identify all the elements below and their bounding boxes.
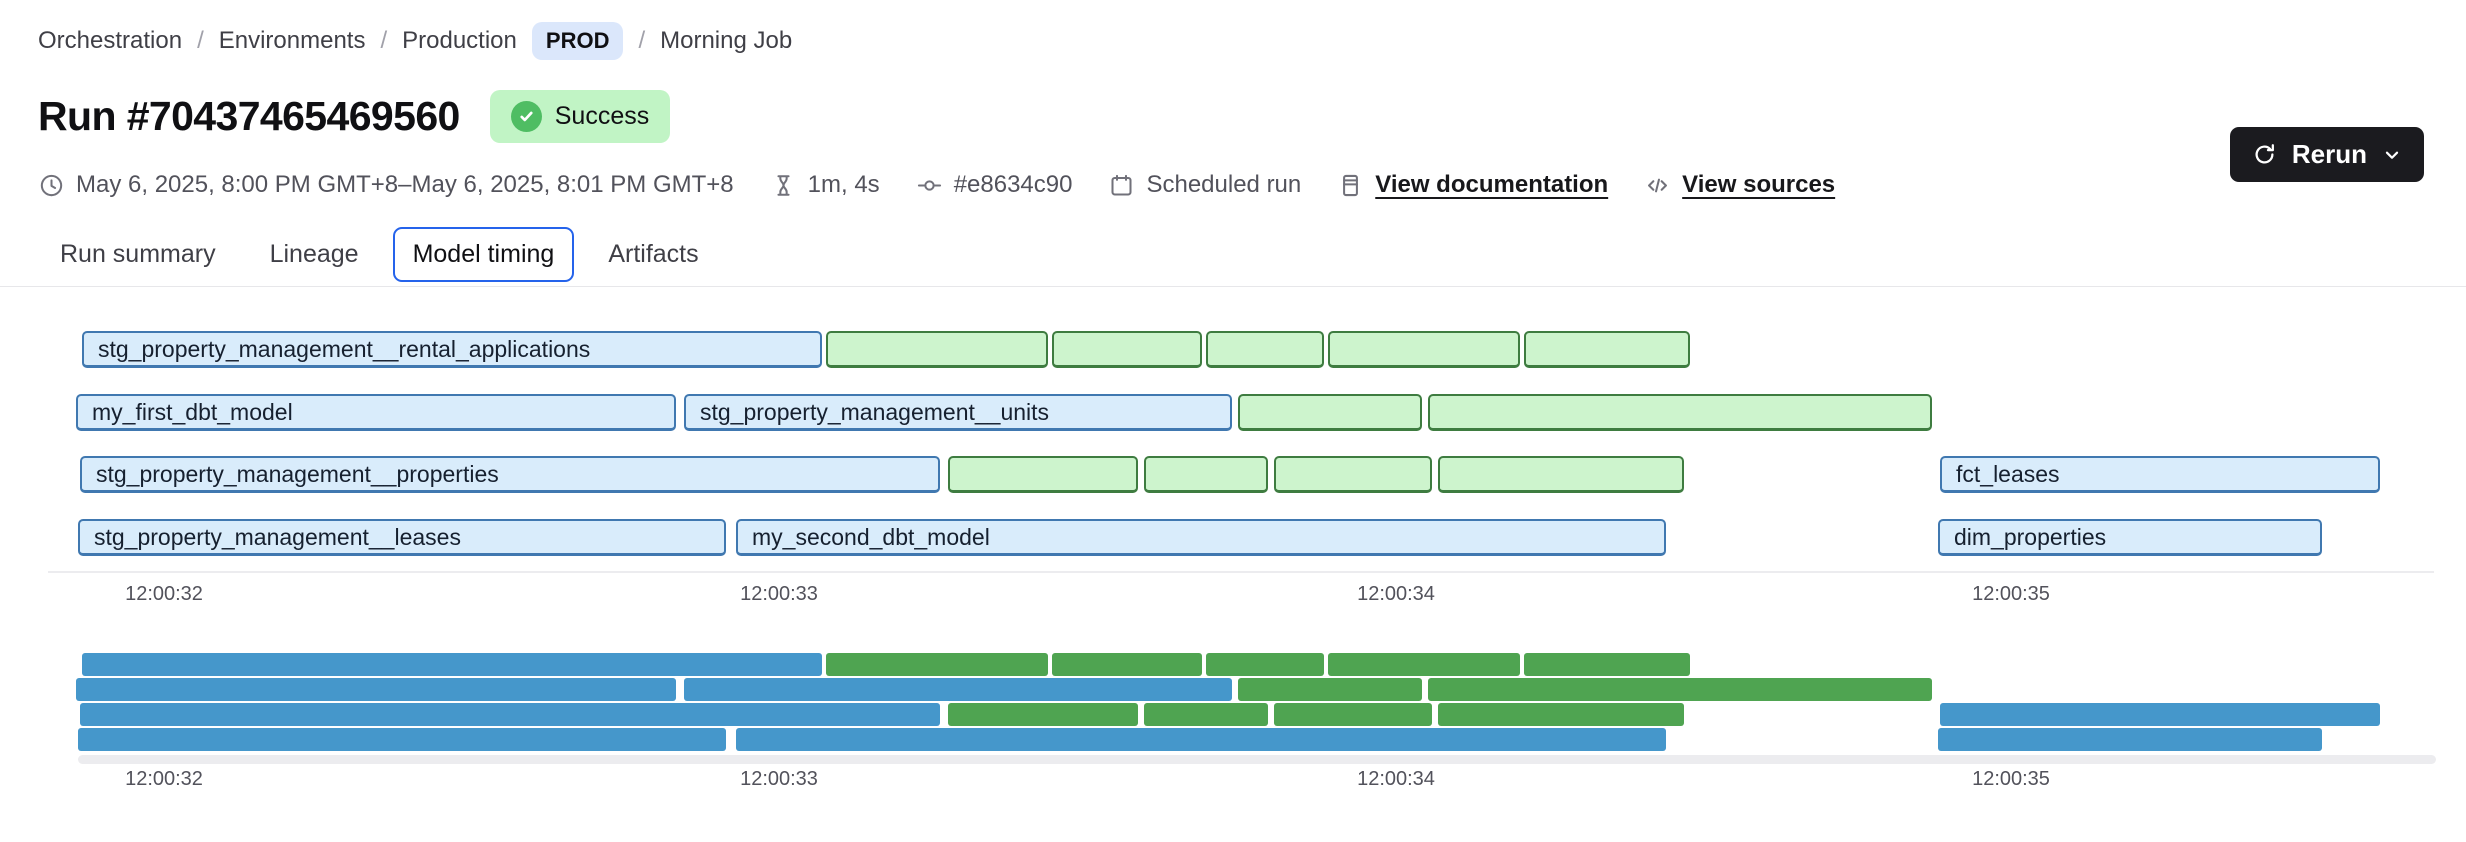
axis-tick-label: 12:00:32 — [125, 583, 203, 606]
minimap-bar — [826, 653, 1048, 676]
gantt-bar[interactable] — [1428, 394, 1932, 431]
gantt-bar[interactable] — [1328, 331, 1520, 368]
tab-artifacts[interactable]: Artifacts — [588, 227, 718, 282]
meta-link-label[interactable]: View documentation — [1375, 171, 1608, 199]
breadcrumb: Orchestration / Environments / Production PRO… — [38, 22, 792, 60]
minimap-bar — [1238, 678, 1422, 701]
meta-item-clock: May 6, 2025, 8:00 PM GMT+8–May 6, 2025, … — [38, 171, 734, 199]
minimap-bar — [736, 728, 1666, 751]
refresh-icon — [2251, 141, 2278, 168]
meta-item-code[interactable]: View sources — [1644, 171, 1835, 199]
meta-text: #e8634c90 — [954, 171, 1073, 199]
title-row: Run #70437465469560 Success — [38, 90, 670, 143]
gantt-bar-label: dim_properties — [1940, 524, 2106, 551]
breadcrumb-item-orchestration[interactable]: Orchestration — [38, 27, 182, 55]
axis-tick-label: 12:00:33 — [740, 583, 818, 606]
gantt-bar-my_second_dbt_model[interactable]: my_second_dbt_model — [736, 519, 1666, 556]
meta-item-calendar: Scheduled run — [1108, 171, 1301, 199]
tab-run-summary[interactable]: Run summary — [40, 227, 236, 282]
meta-text: Scheduled run — [1146, 171, 1301, 199]
gantt-bar[interactable] — [1206, 331, 1324, 368]
breadcrumb-item-morning-job: Morning Job — [660, 27, 792, 55]
minimap-bar — [1144, 703, 1268, 726]
minimap-bar — [1206, 653, 1324, 676]
minimap-bar — [1438, 703, 1684, 726]
minimap-bar — [948, 703, 1138, 726]
tab-model-timing[interactable]: Model timing — [393, 227, 575, 282]
breadcrumb-separator: / — [197, 27, 204, 55]
gantt-bar[interactable] — [1274, 456, 1432, 493]
document-icon — [1337, 172, 1364, 199]
chevron-down-icon[interactable] — [2381, 144, 2403, 166]
minimap-bar — [76, 678, 676, 701]
commit-icon — [916, 172, 943, 199]
gantt-bar-stg_property_management__rental_applications[interactable]: stg_property_management__rental_applicat… — [82, 331, 822, 368]
minimap-bar — [1274, 703, 1432, 726]
minimap-bar — [1938, 728, 2322, 751]
gantt-bar-stg_property_management__leases[interactable]: stg_property_management__leases — [78, 519, 726, 556]
axis-tick-label: 12:00:34 — [1357, 583, 1435, 606]
minimap-bar — [1940, 703, 2380, 726]
meta-item-commit: #e8634c90 — [916, 171, 1073, 199]
breadcrumb-item-environments[interactable]: Environments — [219, 27, 366, 55]
gantt-axis-divider — [48, 571, 2434, 573]
tabs-divider — [0, 286, 2466, 287]
gantt-bar-label: my_second_dbt_model — [738, 524, 990, 551]
gantt-bar-stg_property_management__units[interactable]: stg_property_management__units — [684, 394, 1232, 431]
breadcrumb-item-production[interactable]: Production — [402, 27, 517, 55]
gantt-bar-stg_property_management__properties[interactable]: stg_property_management__properties — [80, 456, 940, 493]
gantt-bar-label: stg_property_management__leases — [80, 524, 461, 551]
breadcrumb-separator: / — [638, 27, 645, 55]
status-badge: Success — [490, 90, 670, 143]
check-circle-icon — [511, 101, 542, 132]
environment-badge: PROD — [532, 22, 624, 60]
meta-text: May 6, 2025, 8:00 PM GMT+8–May 6, 2025, … — [76, 171, 734, 199]
gantt-bar[interactable] — [948, 456, 1138, 493]
minimap-bar — [1428, 678, 1932, 701]
minimap-bar — [1052, 653, 1202, 676]
minimap-bar — [78, 728, 726, 751]
minimap-bar — [80, 703, 940, 726]
page-title: Run #70437465469560 — [38, 93, 460, 140]
status-label: Success — [555, 102, 649, 131]
minimap-bar — [1524, 653, 1690, 676]
gantt-bar-label: stg_property_management__rental_applicat… — [84, 336, 590, 363]
gantt-bar[interactable] — [1144, 456, 1268, 493]
minimap-bar — [1328, 653, 1520, 676]
breadcrumb-separator: / — [380, 27, 387, 55]
meta-item-hourglass: 1m, 4s — [770, 171, 880, 199]
meta-link-label[interactable]: View sources — [1682, 171, 1835, 199]
gantt-bar[interactable] — [1438, 456, 1684, 493]
gantt-bar-fct_leases[interactable]: fct_leases — [1940, 456, 2380, 493]
axis-tick-label: 12:00:35 — [1972, 583, 2050, 606]
gantt-bar-label: stg_property_management__properties — [82, 461, 499, 488]
gantt-bar-label: stg_property_management__units — [686, 399, 1049, 426]
hourglass-icon — [770, 172, 797, 199]
axis-tick-label: 12:00:35 — [1972, 768, 2050, 791]
gantt-bar[interactable] — [1238, 394, 1422, 431]
meta-item-document[interactable]: View documentation — [1337, 171, 1608, 199]
rerun-button[interactable]: Rerun — [2230, 127, 2424, 182]
tab-lineage[interactable]: Lineage — [250, 227, 379, 282]
gantt-bar[interactable] — [826, 331, 1048, 368]
minimap-scrollbar-track[interactable] — [78, 755, 2436, 764]
gantt-bar-label: my_first_dbt_model — [78, 399, 293, 426]
gantt-bar-label: fct_leases — [1942, 461, 2060, 488]
clock-icon — [38, 172, 65, 199]
minimap-bar — [82, 653, 822, 676]
code-icon — [1644, 172, 1671, 199]
axis-tick-label: 12:00:33 — [740, 768, 818, 791]
meta-text: 1m, 4s — [808, 171, 880, 199]
run-meta-row: May 6, 2025, 8:00 PM GMT+8–May 6, 2025, … — [38, 166, 1835, 204]
axis-tick-label: 12:00:34 — [1357, 768, 1435, 791]
rerun-label: Rerun — [2292, 139, 2367, 170]
axis-tick-label: 12:00:32 — [125, 768, 203, 791]
gantt-bar-dim_properties[interactable]: dim_properties — [1938, 519, 2322, 556]
minimap-bar — [684, 678, 1232, 701]
calendar-icon — [1108, 172, 1135, 199]
gantt-bar[interactable] — [1524, 331, 1690, 368]
tab-bar: Run summary Lineage Model timingArtifacts — [40, 227, 719, 282]
gantt-bar[interactable] — [1052, 331, 1202, 368]
gantt-bar-my_first_dbt_model[interactable]: my_first_dbt_model — [76, 394, 676, 431]
